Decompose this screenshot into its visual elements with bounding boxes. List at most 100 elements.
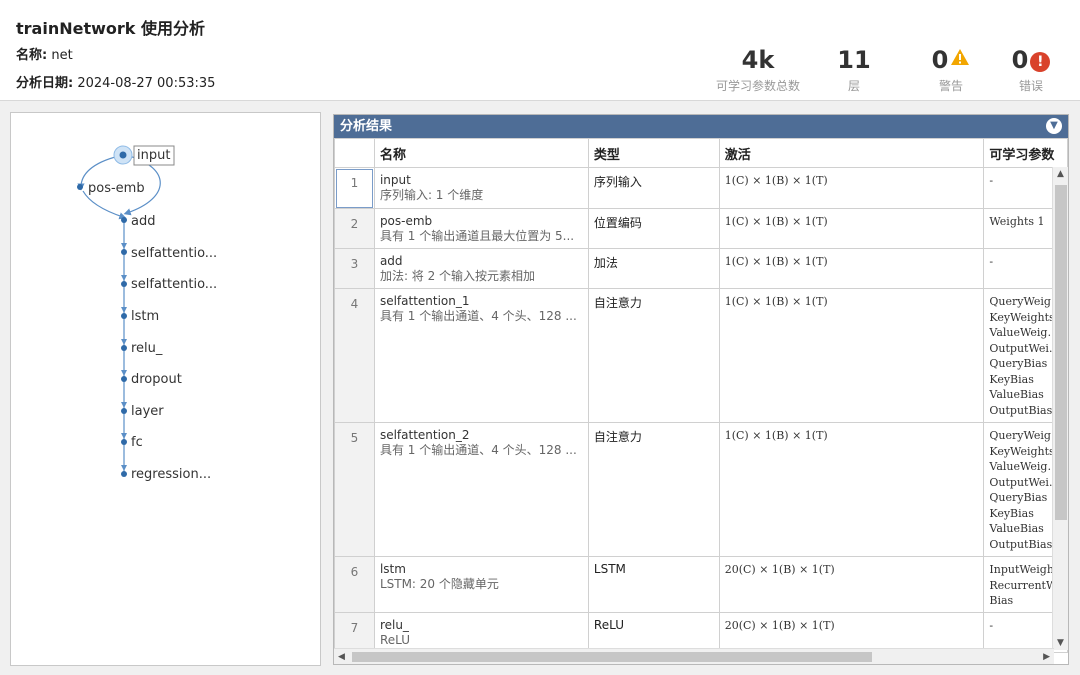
graph-node-layer[interactable]: layer xyxy=(131,404,164,419)
layer-name-cell: input 序列输入: 1 个维度 xyxy=(373,167,589,209)
warning-icon xyxy=(951,49,970,65)
graph-node-relu[interactable]: relu_ xyxy=(131,341,162,356)
error-icon: ! xyxy=(1030,52,1051,72)
activation-value: 1(C) × 1(B) × 1(T) xyxy=(724,215,828,228)
stat-layers-label: 层 xyxy=(847,79,860,93)
stat-errors-label: 错误 xyxy=(1018,79,1043,93)
stat-warnings: 0 警告 xyxy=(918,46,984,94)
network-graph-panel[interactable]: input pos-emb add selfattentio... selfat… xyxy=(10,112,321,666)
activation-cell: 1(C) × 1(B) × 1(T) xyxy=(718,288,985,423)
scroll-left-icon[interactable]: ◀ xyxy=(338,652,345,662)
table-row[interactable]: 4 selfattention_1 具有 1 个输出通道、4 个头、128 ...… xyxy=(334,288,1068,423)
layer-name-cell: pos-emb 具有 1 个输出通道且最大位置为 5... xyxy=(373,208,589,249)
graph-node-regression[interactable]: regression... xyxy=(131,467,211,482)
results-table: 名称 类型 激活 可学习参数 1 input 序列输入: 1 个维度 序列输入 1… xyxy=(334,138,1068,653)
graph-node-selfattention-2[interactable]: selfattentio... xyxy=(131,277,217,292)
layer-name-cell: selfattention_1 具有 1 个输出通道、4 个头、128 ... xyxy=(373,288,589,423)
col-index-header[interactable] xyxy=(334,138,375,168)
layer-name: add xyxy=(379,254,403,268)
layer-desc: 具有 1 个输出通道、4 个头、128 ... xyxy=(379,443,577,457)
layer-desc: 加法: 将 2 个输入按元素相加 xyxy=(379,269,536,283)
network-name: 名称: net xyxy=(16,44,73,63)
stat-learnables-value: 4k xyxy=(741,46,775,74)
activation-cell: 1(C) × 1(B) × 1(T) xyxy=(718,208,985,249)
stat-layers: 11 层 xyxy=(826,46,882,94)
activation-cell: 20(C) × 1(B) × 1(T) xyxy=(718,556,985,613)
layer-type-cell: LSTM xyxy=(587,556,720,613)
row-index: 4 xyxy=(334,288,375,423)
row-index: 3 xyxy=(334,248,375,289)
collapse-chevron-icon[interactable]: ▼ xyxy=(1046,118,1062,134)
analysis-results-panel: 分析结果 ▼ 名称 类型 激活 可学习参数 1 input 序列输入: 1 个维度… xyxy=(333,114,1069,665)
scroll-down-icon[interactable]: ▼ xyxy=(1057,638,1064,648)
vertical-scroll-thumb[interactable] xyxy=(1055,185,1067,520)
graph-node-input[interactable]: input xyxy=(137,148,170,163)
layer-desc: 具有 1 个输出通道且最大位置为 5... xyxy=(379,229,575,243)
activation-cell: 1(C) × 1(B) × 1(T) xyxy=(718,167,985,209)
layer-name: relu_ xyxy=(379,618,409,632)
scroll-right-icon[interactable]: ▶ xyxy=(1043,652,1050,662)
network-graph[interactable] xyxy=(11,113,322,667)
layer-desc: 具有 1 个输出通道、4 个头、128 ... xyxy=(379,309,577,323)
name-value: net xyxy=(51,48,73,63)
results-titlebar: 分析结果 ▼ xyxy=(334,115,1068,138)
table-row[interactable]: 1 input 序列输入: 1 个维度 序列输入 1(C) × 1(B) × 1(… xyxy=(334,167,1068,209)
page-title: trainNetwork 使用分析 xyxy=(16,19,205,38)
layer-name: selfattention_1 xyxy=(379,294,470,308)
name-label: 名称: xyxy=(16,48,48,63)
activation-value: 1(C) × 1(B) × 1(T) xyxy=(724,295,828,308)
layer-desc: 序列输入: 1 个维度 xyxy=(379,188,484,202)
layer-type-cell: ReLU xyxy=(587,612,720,653)
layer-name-cell: add 加法: 将 2 个输入按元素相加 xyxy=(373,248,589,289)
col-learnables-header[interactable]: 可学习参数 xyxy=(983,138,1068,168)
activation-value: 20(C) × 1(B) × 1(T) xyxy=(724,563,835,576)
layer-desc: ReLU xyxy=(379,633,410,647)
layer-type-cell: 加法 xyxy=(587,248,720,289)
row-index: 5 xyxy=(334,422,375,557)
vertical-scrollbar[interactable]: ▲ ▼ xyxy=(1052,167,1068,650)
layer-name: lstm xyxy=(379,562,406,576)
col-type-header[interactable]: 类型 xyxy=(587,138,720,168)
horizontal-scroll-thumb[interactable] xyxy=(352,652,872,662)
layer-type-cell: 位置编码 xyxy=(587,208,720,249)
table-row[interactable]: 5 selfattention_2 具有 1 个输出通道、4 个头、128 ...… xyxy=(334,422,1068,557)
layer-type-cell: 自注意力 xyxy=(587,288,720,423)
activation-value: 1(C) × 1(B) × 1(T) xyxy=(724,174,828,187)
stat-layers-value: 11 xyxy=(837,46,871,74)
analysis-date: 分析日期: 2024-08-27 00:53:35 xyxy=(16,72,215,91)
graph-node-selfattention-1[interactable]: selfattentio... xyxy=(131,246,217,261)
graph-node-pos-emb[interactable]: pos-emb xyxy=(88,181,145,196)
layer-type-cell: 序列输入 xyxy=(587,167,720,209)
stat-learnables: 4k 可学习参数总数 xyxy=(712,46,804,94)
stat-learnables-label: 可学习参数总数 xyxy=(715,79,800,93)
date-label: 分析日期: xyxy=(16,76,74,91)
input-node-dot xyxy=(119,151,127,159)
row-index: 7 xyxy=(334,612,375,653)
graph-node-add[interactable]: add xyxy=(131,214,155,229)
activation-cell: 1(C) × 1(B) × 1(T) xyxy=(718,248,985,289)
graph-node-fc[interactable]: fc xyxy=(131,435,143,450)
activation-value: 1(C) × 1(B) × 1(T) xyxy=(724,429,828,442)
table-header-row: 名称 类型 激活 可学习参数 xyxy=(334,138,1068,168)
date-value: 2024-08-27 00:53:35 xyxy=(77,76,216,91)
graph-node-lstm[interactable]: lstm xyxy=(131,309,159,324)
table-row[interactable]: 2 pos-emb 具有 1 个输出通道且最大位置为 5... 位置编码 1(C)… xyxy=(334,208,1068,249)
activation-value: 20(C) × 1(B) × 1(T) xyxy=(724,619,835,632)
layer-name-cell: relu_ ReLU xyxy=(373,612,589,653)
row-index: 2 xyxy=(334,208,375,249)
table-row[interactable]: 6 lstm LSTM: 20 个隐藏单元 LSTM 20(C) × 1(B) ×… xyxy=(334,556,1068,613)
summary-header: trainNetwork 使用分析 名称: net 分析日期: 2024-08-… xyxy=(0,0,1080,101)
stat-warnings-label: 警告 xyxy=(938,79,963,93)
col-activation-header[interactable]: 激活 xyxy=(718,138,985,168)
graph-node-dropout[interactable]: dropout xyxy=(131,372,182,387)
table-row[interactable]: 3 add 加法: 将 2 个输入按元素相加 加法 1(C) × 1(B) × 1… xyxy=(334,248,1068,289)
layer-type-cell: 自注意力 xyxy=(587,422,720,557)
layer-name: selfattention_2 xyxy=(379,428,470,442)
table-row[interactable]: 7 relu_ ReLU ReLU 20(C) × 1(B) × 1(T) - xyxy=(334,612,1068,653)
layer-name: input xyxy=(379,173,411,187)
scroll-up-icon[interactable]: ▲ xyxy=(1057,169,1064,179)
results-title: 分析结果 xyxy=(340,119,393,134)
layer-name-cell: lstm LSTM: 20 个隐藏单元 xyxy=(373,556,589,613)
horizontal-scrollbar[interactable]: ◀ ▶ xyxy=(334,648,1054,664)
col-name-header[interactable]: 名称 xyxy=(373,138,589,168)
